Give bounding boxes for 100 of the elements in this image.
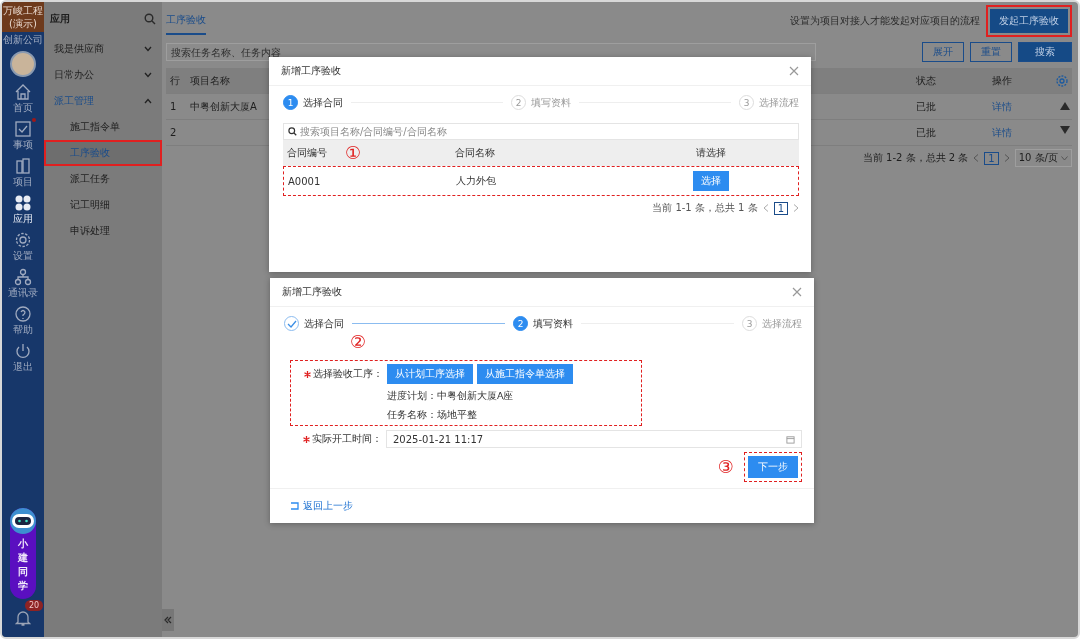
table-cell: 2 bbox=[170, 127, 177, 138]
step-number-annotation: ② bbox=[350, 333, 367, 351]
company-name: 创新公司 bbox=[3, 33, 43, 47]
select-button[interactable]: 选择 bbox=[693, 171, 729, 191]
column-header: 合同名称 bbox=[455, 147, 495, 158]
step-label: 选择合同 bbox=[303, 95, 343, 110]
double-chevron-icon bbox=[164, 616, 172, 624]
menu-item[interactable]: 施工指令单 bbox=[44, 114, 162, 140]
step-number-annotation: ① bbox=[345, 144, 362, 162]
calendar-icon bbox=[786, 434, 795, 444]
menu-group[interactable]: 日常办公 bbox=[44, 62, 162, 88]
detail-link[interactable]: 详情 bbox=[992, 100, 1012, 112]
toolbar-button[interactable]: 展开 bbox=[922, 42, 964, 62]
nav-icon bbox=[14, 194, 32, 212]
rail-item[interactable]: 应用 bbox=[13, 194, 33, 226]
menu-item[interactable]: 记工明细 bbox=[44, 192, 162, 218]
rail-item[interactable]: 通讯录 bbox=[8, 268, 38, 300]
search-icon bbox=[288, 127, 297, 136]
back-link[interactable]: 返回上一步 bbox=[303, 499, 353, 513]
column-header: 操作 bbox=[992, 74, 1012, 86]
info-text: 任务名称：场地平整 bbox=[387, 409, 478, 422]
menu-item[interactable]: 申诉处理 bbox=[44, 218, 162, 244]
rail-item[interactable]: 设置 bbox=[13, 231, 33, 263]
return-icon[interactable] bbox=[290, 502, 299, 510]
start-button[interactable]: 发起工序验收 bbox=[990, 9, 1068, 33]
nav-icon bbox=[14, 305, 32, 323]
chevron-icon bbox=[144, 98, 152, 104]
avatar-icon[interactable] bbox=[10, 51, 36, 77]
notification-count: 20 bbox=[25, 600, 44, 611]
next-page-icon[interactable] bbox=[793, 204, 799, 212]
next-button[interactable]: 下一步 bbox=[748, 456, 798, 478]
page-number[interactable]: 1 bbox=[773, 201, 788, 215]
dialog-title: 新增工序验收 bbox=[282, 285, 342, 299]
nav-icon bbox=[14, 120, 32, 138]
field-label: 选择验收工序： bbox=[313, 367, 383, 381]
step-label: 选择流程 bbox=[762, 316, 802, 331]
menu-group[interactable]: 我是供应商 bbox=[44, 36, 162, 62]
search-icon[interactable] bbox=[144, 13, 156, 25]
step-marker: 1 bbox=[283, 95, 298, 110]
menu-group[interactable]: 派工管理 bbox=[44, 88, 162, 114]
menu-item[interactable]: 派工任务 bbox=[44, 166, 162, 192]
detail-link[interactable]: 详情 bbox=[992, 126, 1012, 138]
rail-item[interactable]: 项目 bbox=[13, 157, 33, 189]
tab[interactable]: 工序验收 bbox=[166, 7, 206, 35]
assistant-button[interactable]: 小建同学 bbox=[10, 508, 36, 599]
nav-icon bbox=[14, 268, 32, 286]
chevron-icon bbox=[144, 46, 152, 52]
collapse-button[interactable] bbox=[162, 609, 174, 631]
field-label: 实际开工时间： bbox=[312, 432, 382, 446]
brand-logo: 万峻工程 (演示) bbox=[2, 2, 44, 32]
scroll-up-icon[interactable] bbox=[1060, 102, 1070, 110]
table-cell: 1 bbox=[170, 101, 177, 112]
close-icon[interactable] bbox=[789, 66, 799, 76]
rail-item[interactable]: 首页 bbox=[13, 83, 33, 115]
notice-text: 设置为项目对接人才能发起对应项目的流程 bbox=[790, 14, 980, 28]
nav-icon bbox=[14, 83, 32, 101]
step-number-annotation: ③ bbox=[717, 458, 734, 476]
sidebar-title: 应用 bbox=[50, 12, 70, 26]
scroll-down-icon[interactable] bbox=[1060, 126, 1070, 134]
robot-icon bbox=[10, 508, 36, 534]
column-header: 合同编号 bbox=[287, 147, 327, 158]
rail-item[interactable]: 退出 bbox=[13, 342, 33, 374]
date-time-field[interactable]: 2025-01-21 11:17 bbox=[386, 430, 802, 448]
rail-item[interactable]: 帮助 bbox=[13, 305, 33, 337]
page-number[interactable]: 1 bbox=[984, 151, 999, 165]
rail-item[interactable]: 事项 bbox=[13, 120, 33, 152]
pick-button[interactable]: 从施工指令单选择 bbox=[477, 364, 573, 384]
caret-icon bbox=[1061, 155, 1068, 161]
pick-button[interactable]: 从计划工序选择 bbox=[387, 364, 473, 384]
page-size-select[interactable]: 10 条/页 bbox=[1014, 149, 1072, 167]
column-header: 行 bbox=[170, 74, 180, 86]
close-icon[interactable] bbox=[792, 287, 802, 297]
step-label: 填写资料 bbox=[531, 95, 571, 110]
table-cell: 已批 bbox=[916, 100, 936, 112]
pagination-summary: 当前 1-2 条，总共 2 条 bbox=[862, 151, 969, 165]
contract-row[interactable]: A0001 人力外包 选择 bbox=[283, 166, 799, 196]
chevron-icon bbox=[144, 72, 152, 78]
step-marker: 2 bbox=[513, 316, 528, 331]
column-header: 请选择 bbox=[696, 147, 726, 158]
table-cell: 已批 bbox=[916, 126, 936, 138]
column-header: 项目名称 bbox=[190, 74, 230, 86]
nav-icon bbox=[14, 231, 32, 249]
table-cell: 人力外包 bbox=[456, 175, 496, 186]
nav-icon bbox=[14, 342, 32, 360]
table-cell: A0001 bbox=[288, 175, 321, 187]
step-label: 选择流程 bbox=[759, 95, 799, 110]
next-page-icon[interactable] bbox=[1003, 154, 1010, 162]
toolbar-button[interactable]: 重置 bbox=[970, 42, 1012, 62]
nav-icon bbox=[14, 157, 32, 175]
bell-icon[interactable] bbox=[15, 609, 31, 627]
settings-icon[interactable] bbox=[1056, 74, 1068, 87]
pagination-summary: 当前 1-1 条，总共 1 条 bbox=[652, 201, 758, 215]
info-text: 进度计划：中粤创新大厦A座 bbox=[387, 390, 515, 403]
table-cell: 中粤创新大厦A bbox=[190, 100, 257, 112]
toolbar-button[interactable]: 搜索 bbox=[1018, 42, 1072, 62]
step-label: 填写资料 bbox=[533, 316, 573, 331]
prev-page-icon[interactable] bbox=[762, 204, 769, 212]
column-header: 状态 bbox=[916, 74, 936, 86]
prev-page-icon[interactable] bbox=[973, 154, 980, 162]
step-label: 选择合同 bbox=[304, 316, 344, 331]
